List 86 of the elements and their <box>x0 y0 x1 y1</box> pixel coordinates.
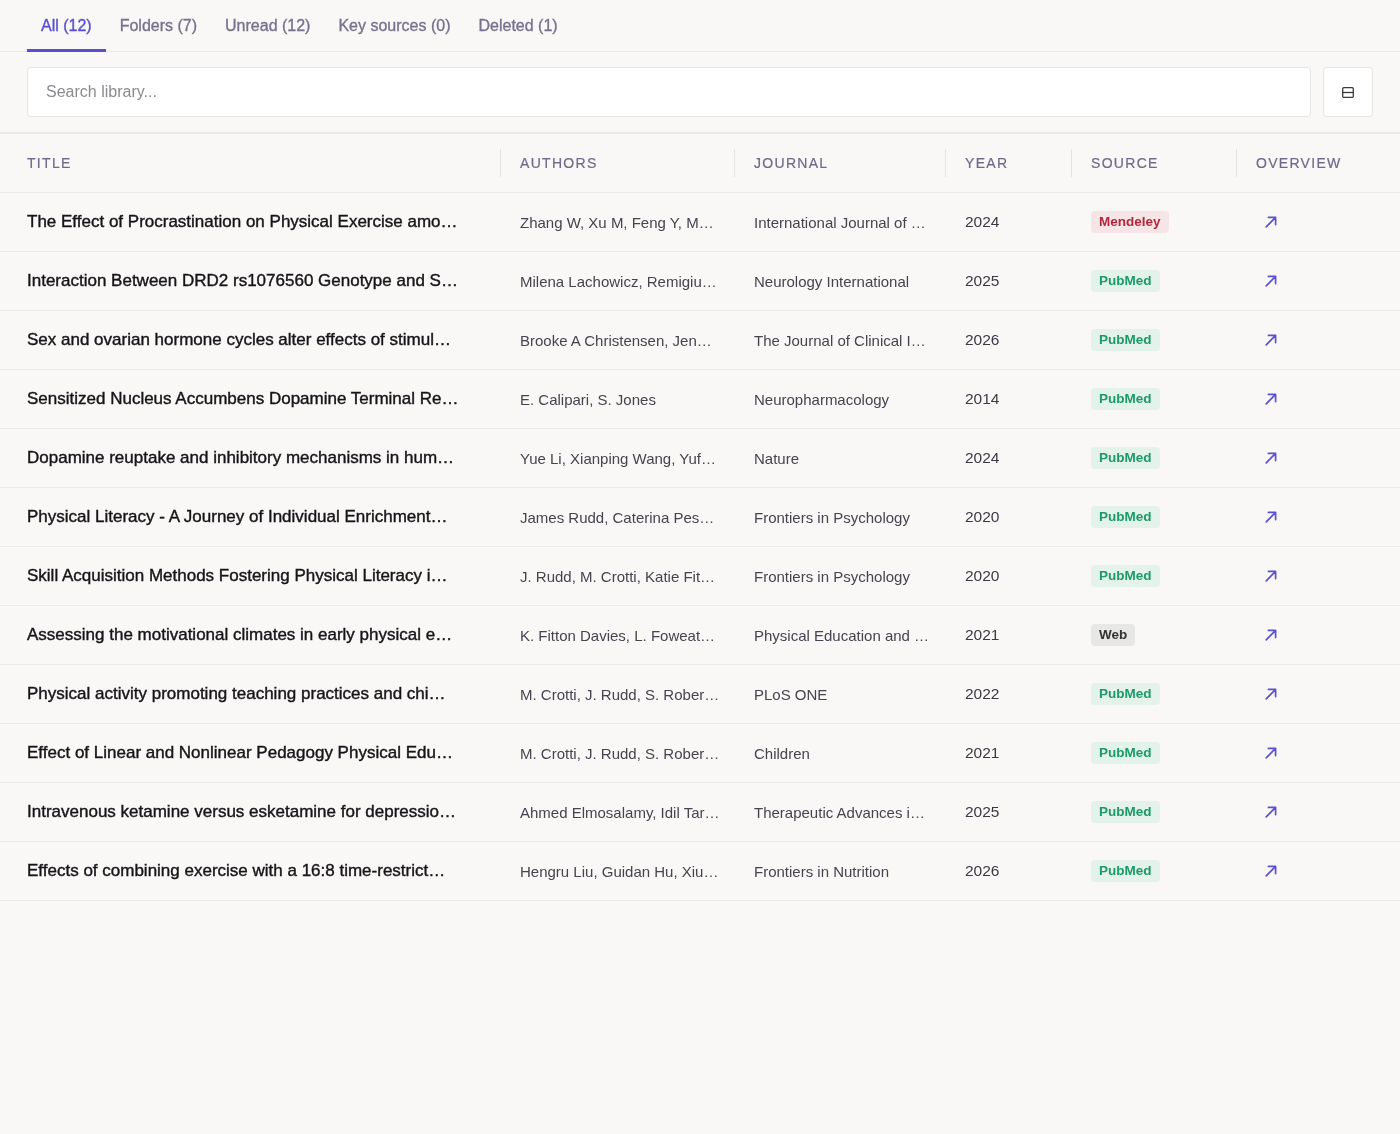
author-list: Hengru Liu, Guidan Hu, Xiu… <box>520 862 719 880</box>
paper-title: The Effect of Procrastination on Physical Exercise amo… <box>27 212 458 232</box>
column-header: SOURCE <box>1071 149 1159 177</box>
author-list: J. Rudd, M. Crotti, Katie Fit… <box>520 567 716 585</box>
paper-title: Intravenous ketamine versus esketamine for depressio… <box>27 802 456 822</box>
paper-title: Interaction Between DRD2 rs1076560 Genotype and S… <box>27 271 458 291</box>
tab[interactable]: All (12) <box>27 0 106 52</box>
source-tag: PubMed <box>1091 565 1160 587</box>
publication-year: 2020 <box>965 508 1000 526</box>
diagonal-arrow-icon[interactable] <box>1265 452 1277 464</box>
journal-name: Therapeutic Advances i… <box>754 803 925 821</box>
paper-title: Physical Literacy - A Journey of Individual Enrichment… <box>27 507 448 527</box>
journal-name: Children <box>754 744 810 762</box>
diagonal-arrow-icon[interactable] <box>1265 806 1277 818</box>
source-tag: Mendeley <box>1091 211 1169 233</box>
column-header: YEAR <box>945 149 1009 177</box>
column-header: JOURNAL <box>734 149 829 177</box>
source-tag: PubMed <box>1091 683 1160 705</box>
diagonal-arrow-icon[interactable] <box>1265 747 1277 759</box>
author-list: Brooke A Christensen, Jen… <box>520 331 712 349</box>
diagonal-arrow-icon[interactable] <box>1265 334 1277 346</box>
publication-year: 2022 <box>965 685 1000 703</box>
publication-year: 2026 <box>965 862 1000 880</box>
publication-year: 2026 <box>965 331 1000 349</box>
journal-name: Neurology International <box>754 272 910 290</box>
paper-title: Sex and ovarian hormone cycles alter effects of stimul… <box>27 330 451 350</box>
source-tag: PubMed <box>1091 447 1160 469</box>
view-toggle-button[interactable] <box>1323 67 1373 117</box>
search-field[interactable]: Search library... <box>27 67 1311 117</box>
source-tag: PubMed <box>1091 388 1160 410</box>
journal-name: Physical Education and … <box>754 626 930 644</box>
journal-name: International Journal of … <box>754 213 926 231</box>
source-tag: PubMed <box>1091 270 1160 292</box>
source-tag: PubMed <box>1091 329 1160 351</box>
journal-name: Frontiers in Nutrition <box>754 862 890 880</box>
publication-year: 2014 <box>965 390 1000 408</box>
author-list: James Rudd, Caterina Pes… <box>520 508 715 526</box>
diagonal-arrow-icon[interactable] <box>1265 511 1277 523</box>
source-tag: Web <box>1091 624 1136 646</box>
paper-title: Sensitized Nucleus Accumbens Dopamine Terminal Re… <box>27 389 459 409</box>
paper-title: Effect of Linear and Nonlinear Pedagogy Physical Edu… <box>27 743 453 763</box>
column-header: OVERVIEW <box>1236 149 1342 177</box>
diagonal-arrow-icon[interactable] <box>1265 688 1277 700</box>
tab[interactable]: Key sources (0) <box>324 0 465 52</box>
source-tag: PubMed <box>1091 801 1160 823</box>
paper-title: Physical activity promoting teaching practices and chi… <box>27 684 446 704</box>
column-header: AUTHORS <box>500 149 598 177</box>
paper-title: Skill Acquisition Methods Fostering Physical Literacy i… <box>27 566 448 586</box>
author-list: M. Crotti, J. Rudd, S. Rober… <box>520 685 720 703</box>
tab[interactable]: Unread (12) <box>211 0 325 52</box>
paper-title: Dopamine reuptake and inhibitory mechanisms in hum… <box>27 448 455 468</box>
source-tag: PubMed <box>1091 506 1160 528</box>
publication-year: 2020 <box>965 567 1000 585</box>
tab[interactable]: Folders (7) <box>105 0 212 52</box>
journal-name: Neuropharmacology <box>754 390 890 408</box>
journal-name: Frontiers in Psychology <box>754 508 910 526</box>
divided-box-icon <box>1342 86 1354 98</box>
diagonal-arrow-icon[interactable] <box>1265 393 1277 405</box>
publication-year: 2024 <box>965 213 1000 231</box>
publication-year: 2024 <box>965 449 1000 467</box>
author-list: Milena Lachowicz, Remigiu… <box>520 272 717 290</box>
diagonal-arrow-icon[interactable] <box>1265 275 1277 287</box>
source-tag: PubMed <box>1091 860 1160 882</box>
journal-name: Nature <box>754 449 800 467</box>
author-list: E. Calipari, S. Jones <box>520 390 656 408</box>
author-list: Ahmed Elmosalamy, Idil Tar… <box>520 803 720 821</box>
publication-year: 2021 <box>965 626 1000 644</box>
journal-name: Frontiers in Psychology <box>754 567 910 585</box>
author-list: Zhang W, Xu M, Feng Y, M… <box>520 213 714 231</box>
paper-title: Effects of combining exercise with a 16:8 time-restrict… <box>27 861 446 881</box>
publication-year: 2025 <box>965 803 1000 821</box>
author-list: Yue Li, Xianping Wang, Yuf… <box>520 449 716 467</box>
diagonal-arrow-icon[interactable] <box>1265 216 1277 228</box>
diagonal-arrow-icon[interactable] <box>1265 629 1277 641</box>
tab[interactable]: Deleted (1) <box>464 0 572 52</box>
author-list: M. Crotti, J. Rudd, S. Rober… <box>520 744 720 762</box>
diagonal-arrow-icon[interactable] <box>1265 865 1277 877</box>
journal-name: PLoS ONE <box>754 685 828 703</box>
source-tag: PubMed <box>1091 742 1160 764</box>
journal-name: The Journal of Clinical I… <box>754 331 926 349</box>
publication-year: 2021 <box>965 744 1000 762</box>
paper-title: Assessing the motivational climates in early physical e… <box>27 625 453 645</box>
diagonal-arrow-icon[interactable] <box>1265 570 1277 582</box>
publication-year: 2025 <box>965 272 1000 290</box>
author-list: K. Fitton Davies, L. Foweat… <box>520 626 716 644</box>
column-header: TITLE <box>26 154 72 173</box>
